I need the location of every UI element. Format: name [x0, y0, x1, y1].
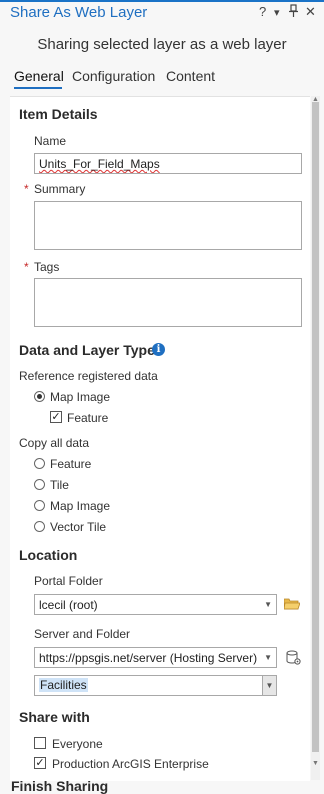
tags-label: Tags	[34, 260, 60, 274]
scroll-down-arrow-icon[interactable]: ▼	[311, 760, 320, 768]
feature-checkbox-label: Feature	[67, 411, 109, 425]
server-settings-icon[interactable]	[286, 650, 301, 670]
tags-field[interactable]	[34, 278, 302, 327]
checkbox-everyone[interactable]	[34, 737, 46, 749]
info-icon[interactable]: i	[152, 343, 165, 356]
tags-required-marker: *	[24, 260, 29, 274]
radio-copy-vector-tile[interactable]	[34, 521, 45, 532]
active-tab-indicator	[14, 87, 62, 89]
server-folder-value: Facilities	[39, 678, 88, 692]
radio-copy-map-image[interactable]	[34, 500, 45, 511]
copy-tile-label: Tile	[50, 478, 69, 492]
server-dropdown[interactable]: https://ppsgis.net/server (Hosting Serve…	[34, 647, 277, 668]
reference-map-image-label: Map Image	[50, 390, 111, 404]
pin-icon[interactable]	[289, 4, 298, 20]
checkbox-feature[interactable]: ✓	[50, 411, 62, 423]
radio-copy-tile[interactable]	[34, 479, 45, 490]
server-folder-combobox[interactable]: Facilities ▼	[34, 675, 277, 696]
radio-copy-feature[interactable]	[34, 458, 45, 469]
portal-folder-label: Portal Folder	[34, 574, 103, 588]
server-value: https://ppsgis.net/server (Hosting Serve…	[39, 651, 258, 665]
finish-sharing-heading: Finish Sharing	[11, 778, 109, 794]
tab-general[interactable]: General	[14, 68, 64, 84]
summary-label: Summary	[34, 182, 86, 196]
name-field-value: Units_For_Field_Maps	[39, 157, 160, 171]
copy-vector-tile-label: Vector Tile	[50, 520, 107, 534]
item-details-heading: Item Details	[19, 106, 98, 122]
share-with-heading: Share with	[19, 709, 90, 725]
pane-menu-icon[interactable]: ▾	[274, 6, 280, 19]
general-tab-panel: Item Details Name Units_For_Field_Maps *…	[10, 96, 310, 781]
chevron-down-icon: ▼	[264, 600, 272, 609]
folder-icon[interactable]	[283, 597, 301, 615]
portal-folder-value: lcecil (root)	[39, 598, 98, 612]
everyone-label: Everyone	[52, 737, 103, 751]
tab-configuration[interactable]: Configuration	[72, 68, 155, 84]
name-label: Name	[34, 134, 67, 148]
copy-feature-label: Feature	[50, 457, 92, 471]
dialog-subtitle: Sharing selected layer as a web layer	[37, 36, 287, 53]
data-layer-type-heading: Data and Layer Type	[19, 342, 155, 358]
summary-field[interactable]	[34, 201, 302, 250]
chevron-down-icon[interactable]: ▼	[262, 676, 276, 695]
server-folder-label: Server and Folder	[34, 627, 131, 641]
tab-content[interactable]: Content	[166, 68, 215, 84]
scroll-up-arrow-icon[interactable]: ▲	[311, 96, 320, 104]
production-enterprise-label: Production ArcGIS Enterprise	[52, 757, 209, 771]
copy-all-data-label: Copy all data	[19, 436, 90, 450]
reference-registered-data-label: Reference registered data	[19, 369, 158, 383]
help-icon[interactable]: ?	[259, 4, 266, 19]
radio-reference-map-image[interactable]	[34, 391, 45, 402]
pane-title: Share As Web Layer	[10, 4, 148, 21]
summary-required-marker: *	[24, 182, 29, 196]
name-field[interactable]: Units_For_Field_Maps	[34, 153, 302, 174]
close-icon[interactable]: ✕	[305, 4, 316, 20]
scrollbar-thumb[interactable]	[312, 102, 319, 752]
checkbox-production-enterprise[interactable]: ✓	[34, 757, 46, 769]
copy-map-image-label: Map Image	[50, 499, 111, 513]
portal-folder-dropdown[interactable]: lcecil (root) ▼	[34, 594, 277, 615]
location-heading: Location	[19, 547, 78, 563]
chevron-down-icon: ▼	[264, 653, 272, 662]
